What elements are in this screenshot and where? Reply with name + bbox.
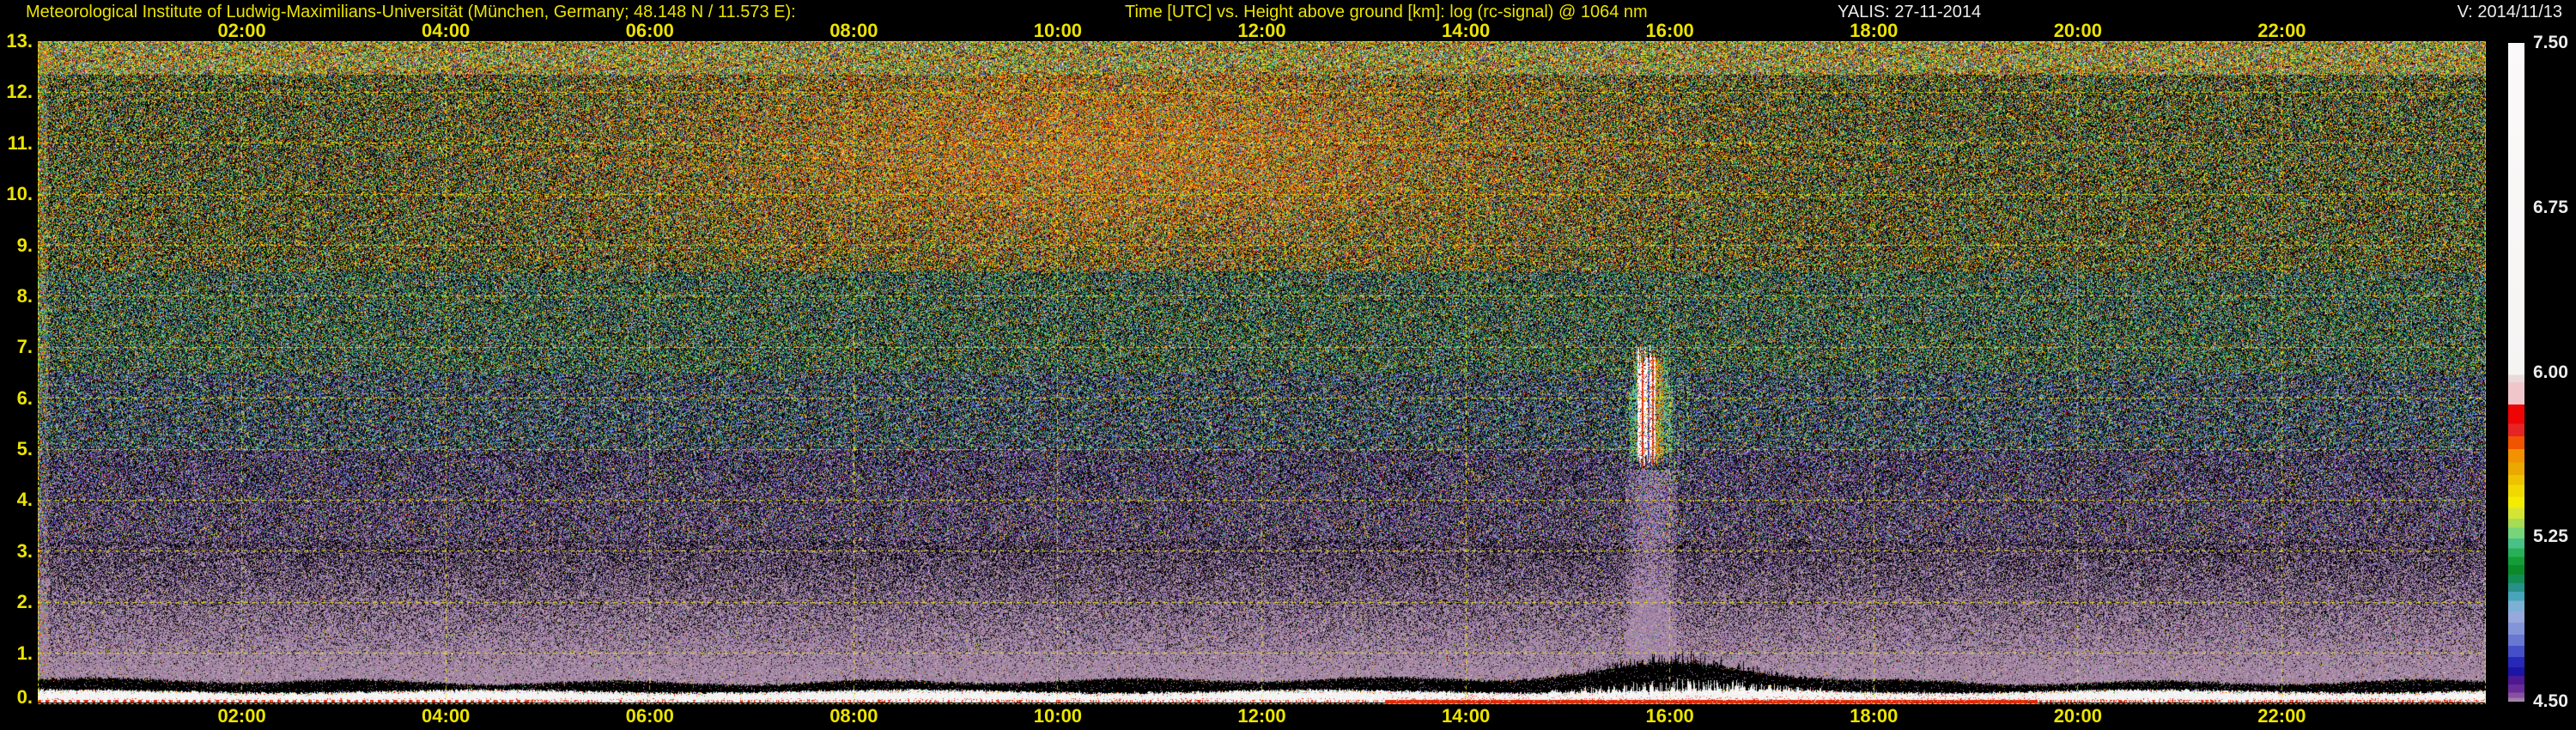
x-tick-label-top: 16:00 xyxy=(1645,20,1694,41)
colorbar-tick-label: 6.00 xyxy=(2533,362,2568,382)
x-tick-label-top: 04:00 xyxy=(422,20,471,41)
y-tick-label: 7. xyxy=(16,336,33,358)
x-tick-label-bottom: 22:00 xyxy=(2257,705,2306,727)
x-tick-label-top: 08:00 xyxy=(829,20,878,41)
lidar-quicklook-page: Meteorological Institute of Ludwig-Maxim… xyxy=(0,0,2576,730)
colorbar-tick-label: 7.50 xyxy=(2533,33,2568,52)
y-tick-label: 0. xyxy=(16,686,33,708)
x-tick-label-top: 06:00 xyxy=(625,20,674,41)
x-tick-label-bottom: 04:00 xyxy=(422,705,471,727)
y-tick-label: 8. xyxy=(16,284,33,307)
y-tick-label: 5. xyxy=(16,438,33,460)
x-tick-label-bottom: 18:00 xyxy=(1850,705,1899,727)
y-tick-label: 4. xyxy=(16,489,33,511)
colorbar xyxy=(2508,43,2524,702)
colorbar-tick-label: 4.50 xyxy=(2533,691,2568,711)
version-label: V: 2014/11/13 xyxy=(2457,3,2562,21)
colorbar-tick-label: 5.25 xyxy=(2533,526,2568,547)
y-tick-label: 1. xyxy=(16,642,33,664)
x-tick-label-top: 14:00 xyxy=(1441,20,1491,41)
y-tick-label: 13. xyxy=(6,30,33,52)
x-tick-label-bottom: 14:00 xyxy=(1441,705,1491,727)
x-tick-label-top: 22:00 xyxy=(2257,20,2306,41)
x-tick-label-bottom: 10:00 xyxy=(1033,705,1083,727)
x-tick-label-bottom: 02:00 xyxy=(217,705,266,727)
y-tick-label: 2. xyxy=(16,591,33,613)
heatmap-canvas xyxy=(38,41,2486,704)
x-tick-label-top: 18:00 xyxy=(1850,20,1899,41)
y-tick-label: 3. xyxy=(16,539,33,562)
x-tick-label-bottom: 08:00 xyxy=(829,705,878,727)
y-tick-label: 6. xyxy=(16,386,33,409)
x-tick-label-bottom: 06:00 xyxy=(625,705,674,727)
y-tick-label: 11. xyxy=(7,131,33,154)
y-tick-label: 10. xyxy=(6,183,33,205)
x-tick-label-top: 12:00 xyxy=(1237,20,1286,41)
colorbar-tick-label: 6.75 xyxy=(2533,197,2568,217)
y-tick-label: 9. xyxy=(16,234,33,256)
x-tick-label-bottom: 20:00 xyxy=(2053,705,2102,727)
institute-title: Meteorological Institute of Ludwig-Maxim… xyxy=(26,3,796,21)
x-tick-label-top: 02:00 xyxy=(217,20,266,41)
y-tick-label: 12. xyxy=(6,81,33,103)
x-tick-label-bottom: 12:00 xyxy=(1237,705,1286,727)
plot-title: Time [UTC] vs. Height above ground [km]:… xyxy=(1125,3,1648,21)
x-tick-label-top: 10:00 xyxy=(1033,20,1083,41)
x-tick-label-bottom: 16:00 xyxy=(1645,705,1694,727)
x-tick-label-top: 20:00 xyxy=(2053,20,2102,41)
